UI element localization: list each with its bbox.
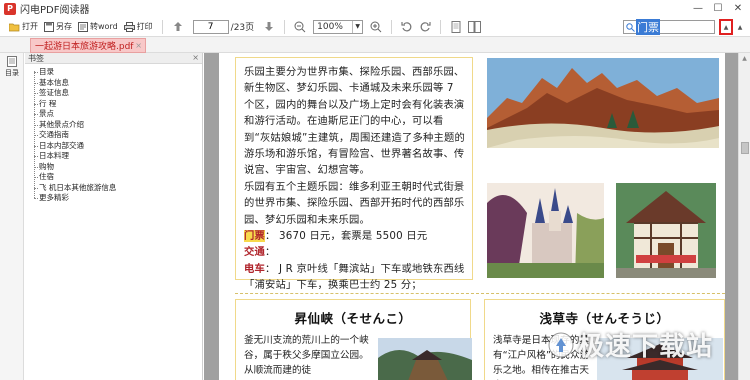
disney-info-box: 乐园主要分为世界市集、探险乐园、西部乐园、新生物区、梦幻乐园、卡通城及未来乐园等… [235,57,473,291]
zoom-select[interactable]: 100% ▼ [313,19,364,34]
tab-document[interactable]: 一起游日本旅游攻略.pdf × [30,38,146,53]
bookmark-item-visa[interactable]: 签证信息 [34,88,202,99]
tab-title: 一起游日本旅游攻略.pdf [35,42,134,52]
bookmark-item-sights[interactable]: 景点 [34,109,202,120]
document-tab-bar: 一起游日本旅游攻略.pdf × [0,37,750,53]
transport-line: 交通： [244,244,466,260]
paragraph: 乐园有五个主题乐园：维多利亚王朝时代式街景的世界市集、探险乐园、西部开拓时代的西… [244,180,465,226]
printer-icon [123,21,135,32]
bookmark-item-domestic-transport[interactable]: 日本内部交通 [34,141,202,152]
next-page-arrow-icon[interactable] [260,18,278,36]
window-controls: — ☐ ✕ [688,0,748,17]
bookmark-list-icon [7,56,17,67]
close-window-button[interactable]: ✕ [728,0,748,17]
folder-open-icon [9,23,20,31]
toc-toggle-button[interactable]: 目录 [0,53,24,78]
search-box[interactable]: 门票 [623,19,715,35]
search-next-button[interactable]: ▲ [735,21,745,33]
bookmark-item-more[interactable]: 更多精彩 [34,193,202,204]
section-divider [235,293,725,294]
title-bar: P 闪电PDF阅读器 — ☐ ✕ [0,0,750,17]
house-photo [616,183,716,278]
left-rail: 目录 [0,53,24,380]
save-icon [44,21,54,32]
print-label: 打印 [136,22,153,31]
zoom-out-icon[interactable] [291,18,309,36]
bookmark-item-cuisine[interactable]: 日本料理 [34,151,202,162]
main-toolbar: 打开 另存 转word 打印 /23页 100% ▼ [0,17,750,37]
bookmark-panel: 书签 × 目录 基本信息 签证信息 行 程 景点 其他景点介绍 交通指南 日本内… [25,53,203,380]
watermark-logo-icon [548,332,574,358]
train-label: 电车 [244,262,265,275]
mountain-photo [487,58,719,148]
search-input[interactable]: 门票 [636,19,660,35]
save-as-button[interactable]: 另存 [41,18,75,36]
print-button[interactable]: 打印 [121,18,156,36]
zoom-value: 100% [317,21,343,32]
bookmark-header-label: 书签 [28,54,44,63]
ticket-text: ： 3670 日元，套票是 5500 日元 [265,230,428,243]
single-page-view-icon[interactable] [447,18,465,36]
toolbar-divider [161,19,163,34]
to-word-label: 转word [90,22,118,31]
castle-photo [487,183,604,278]
toolbar-divider [284,19,286,34]
close-panel-icon[interactable]: × [192,53,199,62]
scroll-up-icon[interactable]: ▲ [739,53,750,64]
zoom-in-icon[interactable] [367,18,385,36]
ticket-line: 门票： 3670 日元，套票是 5500 日元 [244,228,466,244]
rotate-left-icon[interactable] [398,18,416,36]
watermark-text: 极速下载站 [578,332,714,362]
page-number-input[interactable] [192,19,229,34]
toc-label: 目录 [5,69,19,77]
toolbar-divider [391,19,393,34]
section-title: 浅草寺（せんそうじ） [539,311,670,326]
bookmark-item-shopping[interactable]: 购物 [34,162,202,173]
section-text: 釜无川支流的荒川上的一个峡谷，属于秩父多摩国立公园。从顺流而建的徒 [244,335,369,376]
open-button[interactable]: 打开 [6,18,41,36]
minimize-button[interactable]: — [688,0,708,17]
train-text: ： J R 京叶线「舞滨站」下车或地铁东西线「浦安站」下车，换乘巴士约 25 分… [244,262,465,292]
search-icon [624,21,636,33]
bookmark-item-other-info[interactable]: 飞 机日本其他旅游信息 [34,183,202,194]
to-word-button[interactable]: 转word [75,18,121,36]
close-tab-icon[interactable]: × [135,41,142,50]
app-logo-icon: P [4,2,16,15]
page-total: /23页 [230,23,255,33]
shosenkyo-box: 昇仙峡（そせんこ） 釜无川支流的荒川上的一个峡谷，属于秩父多摩国立公园。从顺流而… [235,299,472,380]
transport-text: ： [265,246,276,259]
scrollbar-thumb[interactable] [741,142,749,154]
app-title: 闪电PDF阅读器 [20,5,90,16]
chevron-down-icon: ▼ [352,20,362,33]
bookmark-tree: 目录 基本信息 签证信息 行 程 景点 其他景点介绍 交通指南 日本内部交通 日… [25,67,202,204]
double-page-view-icon[interactable] [465,18,483,36]
paragraph: 乐园主要分为世界市集、探险乐园、西部乐园、新生物区、梦幻乐园、卡通城及未来乐园等… [244,66,466,177]
prev-page-arrow-icon[interactable] [169,18,187,36]
bookmark-item-other-sights[interactable]: 其他景点介绍 [34,120,202,131]
bookmark-item-contents[interactable]: 目录 [34,67,202,78]
maximize-button[interactable]: ☐ [708,0,728,17]
train-line: 电车： J R 京叶线「舞滨站」下车或地铁东西线「浦安站」下车，换乘巴士约 25… [244,261,466,294]
bookmark-item-lodging[interactable]: 住宿 [34,172,202,183]
open-label: 打开 [22,22,38,31]
ticket-label-highlight: 门票 [244,230,265,243]
save-as-label: 另存 [56,22,72,31]
bookmark-item-transport-guide[interactable]: 交通指南 [34,130,202,141]
bookmark-item-itinerary[interactable]: 行 程 [34,99,202,110]
vertical-scrollbar[interactable]: ▲ [738,53,750,380]
bookmark-item-basic-info[interactable]: 基本信息 [34,78,202,89]
shosenkyo-photo [378,338,472,380]
section-title: 昇仙峡（そせんこ） [294,311,412,326]
bookmark-panel-header: 书签 × [25,53,202,64]
search-prev-button[interactable]: ▲ [719,19,733,35]
toolbar-divider [440,19,442,34]
transport-label: 交通 [244,246,265,259]
word-icon [78,21,88,32]
rotate-right-icon[interactable] [416,18,434,36]
